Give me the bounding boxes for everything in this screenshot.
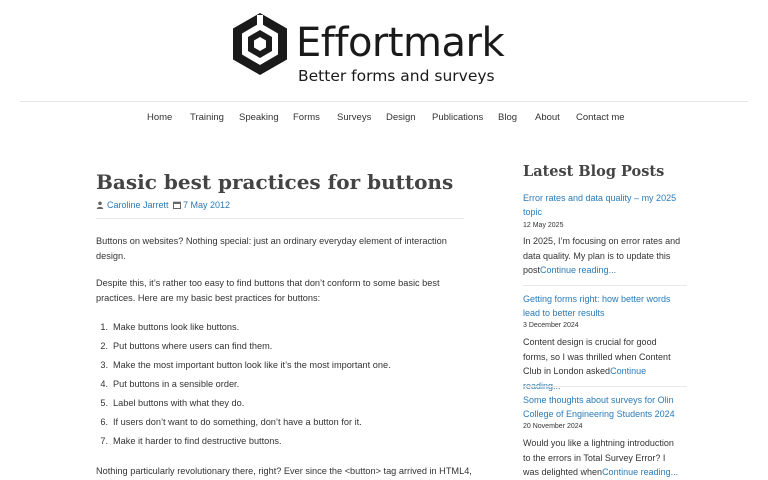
nav-item-about[interactable]: About [535,110,560,126]
sidebar-post-link[interactable]: Some thoughts about surveys for Olin Col… [523,393,683,421]
nav-item-publications[interactable]: Publications [432,110,483,126]
sidebar-post-excerpt: Content design is crucial for good forms… [523,335,683,393]
post-paragraph-2: Despite this, it’s rather too easy to fi… [96,278,440,303]
header-divider [20,101,748,102]
nav-item-speaking[interactable]: Speaking [239,110,279,126]
main-nav: Home Training Speaking Forms Surveys Des… [0,110,768,128]
post-intro: Buttons on websites? Nothing special: ju… [96,236,447,261]
calendar-icon [173,201,181,209]
post-author-link[interactable]: Caroline Jarrett [107,198,169,212]
post-title: Basic best practices for buttons [96,170,454,194]
list-item: 7. Make it harder to find destructive but… [100,436,282,446]
effortmark-logo-icon[interactable] [230,11,290,77]
list-item: 1. Make buttons look like buttons. [100,322,240,332]
sidebar-title: Latest Blog Posts [523,163,665,180]
nav-item-home[interactable]: Home [147,110,172,126]
nav-item-design[interactable]: Design [386,110,416,126]
nav-item-contact[interactable]: Contact me [576,110,625,126]
nav-item-training[interactable]: Training [190,110,224,126]
site-header: Effortmark Better forms and surveys [0,0,768,100]
continue-reading-link[interactable]: Continue reading... [602,467,678,477]
list-item: 4. Put buttons in a sensible order. [100,379,240,389]
list-item: 3. Make the most important button look li… [100,360,391,370]
sidebar-post-date: 12 May 2025 [523,222,564,229]
meta-divider [96,218,464,219]
post-date-link[interactable]: 7 May 2012 [183,198,230,212]
sidebar-post-date: 20 November 2024 [523,423,583,430]
list-item: 5. Label buttons with what they do. [100,398,245,408]
sidebar-post-link[interactable]: Error rates and data quality – my 2025 t… [523,191,683,219]
sidebar-post-excerpt: Would you like a lightning introduction … [523,438,679,477]
site-name[interactable]: Effortmark [296,18,505,68]
post-paragraph-3: Nothing particularly revolutionary there… [96,466,472,476]
continue-reading-link[interactable]: Continue reading... [540,265,616,275]
author-icon [96,201,104,209]
nav-item-surveys[interactable]: Surveys [337,110,371,126]
list-item: 6. If users don’t want to do something, d… [100,417,362,427]
sidebar-post-date: 3 December 2024 [523,322,579,329]
sidebar-divider [523,285,687,286]
nav-item-blog[interactable]: Blog [498,110,517,126]
sidebar-post-excerpt: In 2025, I’m focusing on error rates and… [523,236,681,275]
list-item: 2. Put buttons where users can find them. [100,341,273,351]
site-tagline: Better forms and surveys [298,67,495,85]
nav-item-forms[interactable]: Forms [293,110,320,126]
sidebar-post-link[interactable]: Getting forms right: how better words le… [523,292,683,320]
sidebar-divider [523,386,687,387]
